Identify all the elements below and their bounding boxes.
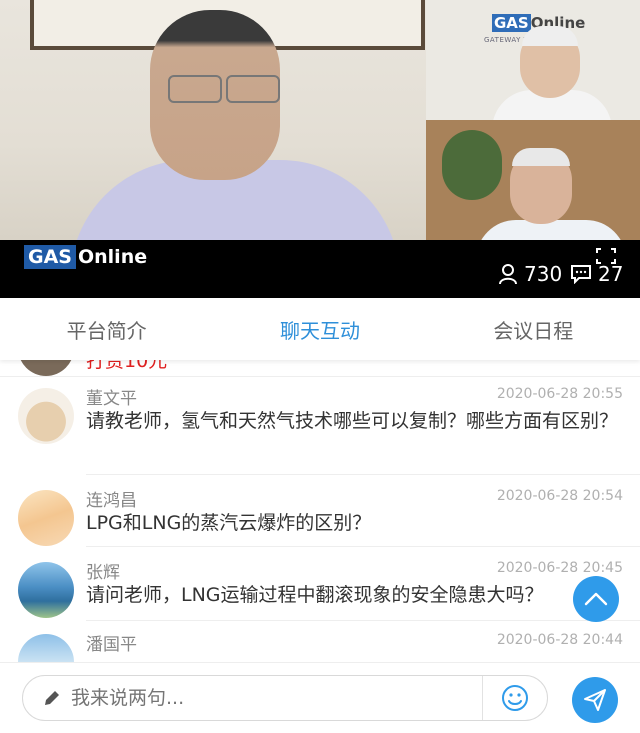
avatar[interactable]: [18, 562, 74, 618]
timestamp: 2020-06-28 20:45: [496, 560, 623, 576]
send-icon: [584, 689, 606, 711]
chat-message: 张辉 2020-06-28 20:45 请问老师，LNG运输过程中翻滚现象的安全…: [0, 556, 640, 618]
user-name: 潘国平: [86, 635, 137, 655]
pencil-icon: [45, 691, 59, 705]
timestamp: 2020-06-28 20:55: [496, 386, 623, 402]
side-video-feed-1: GAS Online GATEWAY TO GAS: [426, 0, 640, 120]
chat-list[interactable]: 打赏10元 董文平 2020-06-28 20:55 请教老师，氢气和天然气技术…: [0, 360, 640, 662]
chat-input-container[interactable]: [22, 675, 548, 721]
list-item: 打赏10元: [0, 360, 640, 377]
emoji-button[interactable]: [482, 676, 547, 720]
side-video-feed-2: [426, 120, 640, 240]
viewer-count: 730: [498, 262, 562, 286]
scroll-to-top-button[interactable]: [573, 576, 619, 622]
timestamp: 2020-06-28 20:44: [496, 632, 623, 648]
avatar: [18, 360, 74, 376]
tab-platform-intro[interactable]: 平台简介: [0, 298, 213, 360]
avatar[interactable]: [18, 388, 74, 444]
live-info-bar: GAS Online 730 27: [0, 240, 640, 298]
chevron-up-icon: [584, 592, 608, 606]
comment-count: 27: [570, 262, 623, 286]
chat-message: 潘国平 2020-06-28 20:44: [0, 628, 640, 662]
live-video-player[interactable]: GAS Online GATEWAY TO GAS: [0, 0, 640, 240]
timestamp: 2020-06-28 20:54: [496, 488, 623, 504]
chat-bubble-icon: [571, 265, 591, 284]
user-name: 张辉: [86, 563, 120, 583]
person-icon: [499, 264, 517, 285]
chat-input[interactable]: [69, 686, 482, 710]
send-button[interactable]: [572, 677, 618, 723]
main-video-feed: [0, 0, 426, 240]
smiley-icon: [502, 685, 528, 711]
chat-message: 连鸿昌 2020-06-28 20:54 LPG和LNG的蒸汽云爆炸的区别？: [0, 484, 640, 546]
message-text: LPG和LNG的蒸汽云爆炸的区别？: [86, 512, 372, 534]
divider: [86, 546, 640, 547]
tab-schedule[interactable]: 会议日程: [427, 298, 640, 360]
user-name: 连鸿昌: [86, 491, 137, 511]
message-text: 请问老师，LNG运输过程中翻滚现象的安全隐患大吗？: [86, 584, 544, 606]
reward-text: 打赏10元: [86, 360, 168, 372]
chat-input-bar: [0, 662, 640, 733]
divider: [86, 620, 640, 621]
gas-online-logo: GAS Online: [24, 242, 147, 272]
avatar[interactable]: [18, 634, 74, 662]
avatar[interactable]: [18, 490, 74, 546]
tab-chat[interactable]: 聊天互动: [213, 298, 426, 360]
user-name: 董文平: [86, 389, 137, 409]
message-text: 请教老师，氢气和天然气技术哪些可以复制？哪些方面有区别？: [86, 410, 619, 432]
tab-bar: 平台简介 聊天互动 会议日程: [0, 298, 640, 360]
divider: [86, 474, 640, 475]
chat-message: 董文平 2020-06-28 20:55 请教老师，氢气和天然气技术哪些可以复制…: [0, 382, 640, 474]
